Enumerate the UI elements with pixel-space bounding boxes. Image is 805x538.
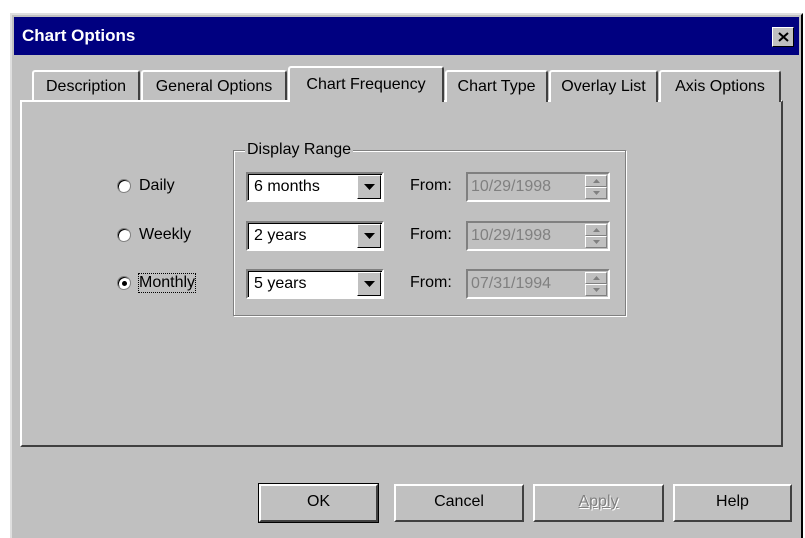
range-select-monthly[interactable]: 5 years (246, 269, 384, 299)
date-spinner (585, 175, 607, 199)
tab-label: Description (45, 78, 127, 95)
spin-down-icon (593, 240, 600, 244)
display-range-label: Display Range (245, 141, 354, 159)
spin-up-button (585, 224, 607, 236)
from-date-field-monthly: 07/31/1994 (466, 269, 610, 299)
radio-label-monthly: Monthly (137, 273, 197, 293)
dropdown-button[interactable] (357, 224, 381, 248)
chevron-down-icon (364, 184, 375, 190)
from-label: From: (410, 177, 452, 194)
radio-weekly[interactable]: Weekly (117, 226, 247, 248)
dialog-title: Chart Options (22, 26, 136, 45)
tab-label: Overlay List (561, 78, 646, 95)
spin-down-button (585, 187, 607, 199)
radio-indicator[interactable] (117, 276, 131, 290)
spin-up-icon (593, 228, 600, 232)
help-label: Help (716, 493, 749, 510)
from-date-field-daily: 10/29/1998 (466, 172, 610, 202)
radio-daily[interactable]: Daily (117, 177, 247, 199)
spin-down-button (585, 284, 607, 296)
chevron-down-icon (364, 281, 375, 287)
tab-chart-type[interactable]: Chart Type (445, 70, 548, 102)
close-button[interactable] (772, 27, 794, 47)
spin-up-button (585, 175, 607, 187)
radio-monthly[interactable]: Monthly (117, 273, 247, 296)
chevron-down-icon (364, 233, 375, 239)
radio-indicator[interactable] (117, 228, 131, 242)
from-date-field-weekly: 10/29/1998 (466, 221, 610, 251)
spin-up-button (585, 272, 607, 284)
radio-label-daily: Daily (139, 177, 175, 194)
dropdown-button[interactable] (357, 175, 381, 199)
from-date-value: 10/29/1998 (471, 227, 552, 244)
radio-selected-dot (122, 281, 127, 286)
spin-up-icon (593, 179, 600, 183)
range-value: 5 years (254, 275, 307, 292)
from-date-value: 07/31/1994 (471, 275, 552, 292)
help-button[interactable]: Help (673, 484, 792, 522)
range-value: 6 months (254, 178, 320, 195)
cancel-label: Cancel (434, 493, 484, 510)
ok-label: OK (306, 493, 331, 510)
range-select-daily[interactable]: 6 months (246, 172, 384, 202)
apply-button: Apply (533, 484, 664, 522)
date-spinner (585, 272, 607, 296)
tab-axis-options[interactable]: Axis Options (659, 70, 781, 102)
spin-down-icon (593, 288, 600, 292)
ok-button[interactable]: OK (258, 483, 379, 523)
tab-label: Axis Options (675, 78, 765, 95)
radio-indicator[interactable] (117, 179, 131, 193)
tab-label: Chart Frequency (306, 76, 426, 93)
date-spinner (585, 224, 607, 248)
tab-description[interactable]: Description (32, 70, 140, 102)
range-value: 2 years (254, 227, 307, 244)
tab-overlay-list[interactable]: Overlay List (549, 70, 658, 102)
apply-label: Apply (578, 493, 619, 510)
tab-general-options[interactable]: General Options (141, 70, 287, 102)
tab-chart-frequency[interactable]: Chart Frequency (288, 66, 444, 102)
range-select-weekly[interactable]: 2 years (246, 221, 384, 251)
spin-up-icon (593, 276, 600, 280)
radio-label-weekly: Weekly (139, 226, 192, 243)
title-bar[interactable]: Chart Options (14, 17, 799, 55)
dropdown-button[interactable] (357, 272, 381, 296)
from-label: From: (410, 274, 452, 291)
from-label: From: (410, 226, 452, 243)
spin-down-button (585, 236, 607, 248)
cancel-button[interactable]: Cancel (394, 484, 524, 522)
close-icon (778, 32, 789, 42)
spin-down-icon (593, 191, 600, 195)
tab-label: Chart Type (457, 78, 536, 95)
tab-label: General Options (155, 78, 273, 95)
from-date-value: 10/29/1998 (471, 178, 552, 195)
